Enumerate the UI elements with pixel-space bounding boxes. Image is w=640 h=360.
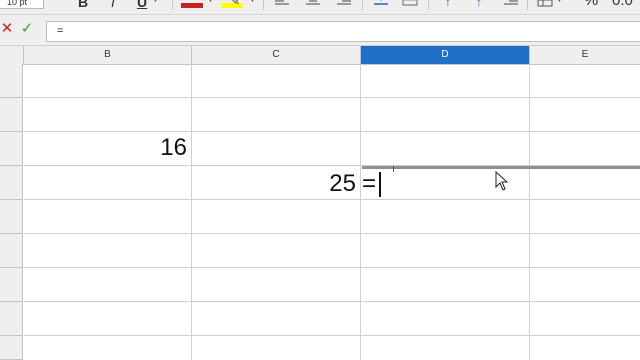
cell[interactable] (24, 336, 192, 360)
row-header[interactable] (0, 268, 23, 302)
font-color-button[interactable] (181, 3, 203, 8)
cell[interactable] (192, 268, 361, 302)
column-header-c[interactable]: C (192, 46, 361, 64)
cell[interactable] (530, 336, 640, 360)
column-header-a[interactable] (0, 46, 24, 64)
align-bottom-icon[interactable] (503, 0, 519, 7)
column-header-b[interactable]: B (24, 46, 192, 64)
merge-cells-icon[interactable] (402, 0, 418, 7)
cancel-icon[interactable]: ✕ (0, 21, 14, 37)
cell[interactable] (24, 64, 192, 98)
toolbar-separator (362, 0, 363, 10)
chevron-down-icon[interactable]: ▼ (152, 0, 159, 7)
active-cell-border-tick (393, 166, 394, 172)
cell[interactable] (361, 200, 530, 234)
cell[interactable] (361, 302, 530, 336)
cell[interactable] (530, 302, 640, 336)
cell[interactable] (361, 64, 530, 98)
cell-value: 16 (160, 134, 187, 161)
mouse-pointer-icon (495, 171, 509, 191)
row-header[interactable] (0, 200, 23, 234)
accept-icon[interactable]: ✓ (19, 21, 35, 37)
toolbar-separator (527, 0, 528, 10)
wrap-text-icon[interactable] (373, 0, 389, 7)
align-vertical-center-icon[interactable]: ↑ (476, 0, 482, 9)
align-center-icon[interactable] (305, 0, 321, 7)
cell[interactable] (530, 166, 640, 200)
cell[interactable] (361, 98, 530, 132)
cell[interactable] (361, 336, 530, 360)
cell[interactable] (24, 268, 192, 302)
row-header[interactable] (0, 132, 23, 166)
column-header-d[interactable]: D (361, 46, 530, 64)
number-format-icon[interactable] (537, 0, 553, 7)
row-header[interactable] (0, 302, 23, 336)
row-header[interactable] (0, 98, 23, 132)
align-right-icon[interactable] (336, 0, 352, 7)
cell[interactable] (361, 268, 530, 302)
active-cell-border (362, 166, 640, 169)
cell[interactable] (24, 98, 192, 132)
cell-c5[interactable]: 25 (192, 166, 361, 200)
chevron-down-icon[interactable]: ▼ (249, 0, 256, 7)
row-header[interactable] (0, 336, 23, 360)
row-header[interactable] (0, 234, 23, 268)
toolbar-separator (172, 0, 173, 10)
row-header[interactable] (0, 166, 23, 200)
cell[interactable] (192, 302, 361, 336)
cell[interactable] (192, 200, 361, 234)
chevron-down-icon[interactable]: ▼ (556, 0, 563, 7)
cell[interactable] (530, 234, 640, 268)
percent-format-button[interactable]: % (584, 0, 598, 10)
row-header[interactable] (0, 64, 23, 98)
highlighter-icon: ✎ (230, 0, 241, 8)
cell[interactable] (24, 200, 192, 234)
formula-bar: ✕ ✓ = (0, 15, 640, 46)
cell-value: 25 (329, 170, 356, 197)
cell[interactable] (192, 132, 361, 166)
cell[interactable] (530, 64, 640, 98)
underline-button[interactable]: U (137, 0, 147, 10)
cell[interactable] (530, 200, 640, 234)
chevron-down-icon[interactable]: ▼ (207, 0, 214, 7)
cell[interactable] (192, 234, 361, 268)
decimal-format-button[interactable]: 0.0 (612, 0, 633, 10)
text-caret (379, 172, 381, 197)
align-top-icon[interactable]: ↑ (445, 0, 451, 9)
italic-button[interactable]: I (111, 0, 115, 10)
cell[interactable] (361, 132, 530, 166)
cell[interactable] (192, 64, 361, 98)
cell[interactable] (192, 336, 361, 360)
font-size-box[interactable]: 10 pt (0, 0, 44, 9)
cell[interactable] (24, 302, 192, 336)
cell[interactable] (530, 268, 640, 302)
bold-button[interactable]: B (78, 0, 88, 10)
column-header-e[interactable]: E (530, 46, 640, 64)
cell[interactable] (530, 132, 640, 166)
cell[interactable] (530, 98, 640, 132)
formula-input[interactable]: = (46, 21, 640, 42)
toolbar-separator (428, 0, 429, 10)
align-left-icon[interactable] (274, 0, 290, 7)
cell[interactable] (361, 234, 530, 268)
cell[interactable] (24, 234, 192, 268)
cell-b4[interactable]: 16 (24, 132, 192, 166)
toolbar-separator (263, 0, 264, 10)
formatting-toolbar: 10 pt B I U ▼ ▼ ✎ ▼ ↑ ↑ ▼ % 0.0 (0, 0, 640, 15)
column-header-row: B C D E (0, 46, 640, 65)
cell[interactable] (24, 166, 192, 200)
cell[interactable] (192, 98, 361, 132)
cell-edit-text[interactable]: = (362, 170, 376, 198)
